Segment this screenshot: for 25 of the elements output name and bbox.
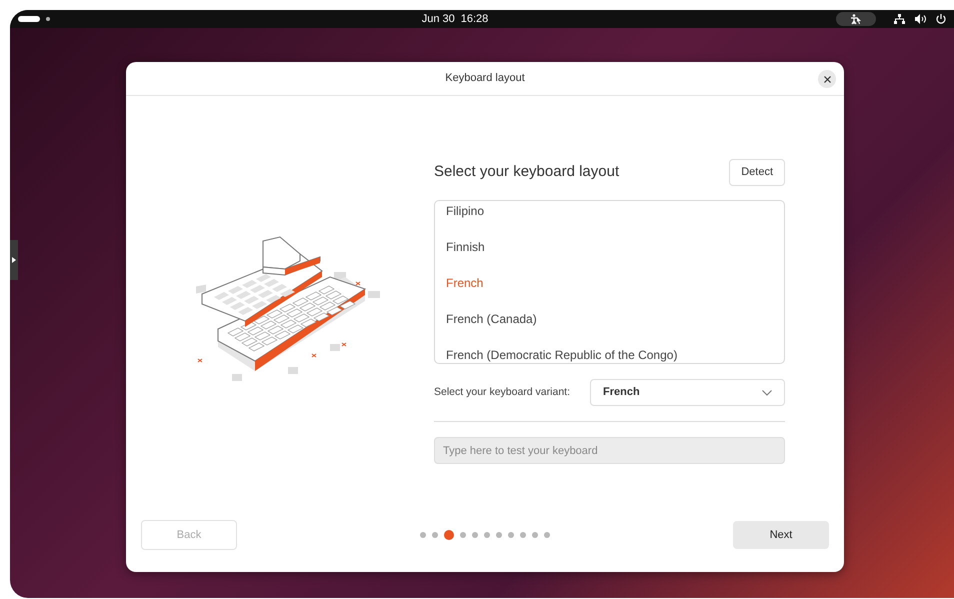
layout-option[interactable]: French (Canada)	[435, 301, 784, 337]
dialog-title: Keyboard layout	[445, 71, 525, 86]
close-button[interactable]	[818, 70, 836, 88]
variant-label: Select your keyboard variant:	[434, 384, 571, 400]
power-icon[interactable]	[936, 14, 946, 24]
close-icon	[824, 76, 830, 82]
layout-option[interactable]: Finnish	[435, 229, 784, 265]
activities-indicator[interactable]	[18, 16, 40, 22]
layout-option[interactable]: French	[435, 265, 784, 301]
layout-option[interactable]: French (Democratic Republic of the Congo)	[435, 337, 784, 363]
expand-arrow-icon	[12, 257, 16, 263]
network-icon[interactable]	[894, 14, 905, 24]
layout-option[interactable]: Filipino	[435, 201, 784, 229]
date-label[interactable]: Jun 30	[422, 10, 455, 28]
keyboard-test-field[interactable]: Type here to test your keyboard	[434, 437, 785, 464]
clock-label[interactable]: 16:28	[460, 10, 488, 28]
volume-icon[interactable]	[915, 14, 926, 24]
dock-handle[interactable]	[10, 240, 18, 280]
chevron-down-icon	[762, 390, 772, 396]
layout-heading: Select your keyboard layout	[434, 162, 620, 182]
accessibility-icon	[850, 14, 862, 24]
accessibility-indicator[interactable]	[836, 12, 876, 26]
variant-dropdown[interactable]: French	[590, 379, 785, 406]
detect-button[interactable]: Detect	[729, 158, 785, 186]
next-button[interactable]: Next	[733, 521, 829, 549]
